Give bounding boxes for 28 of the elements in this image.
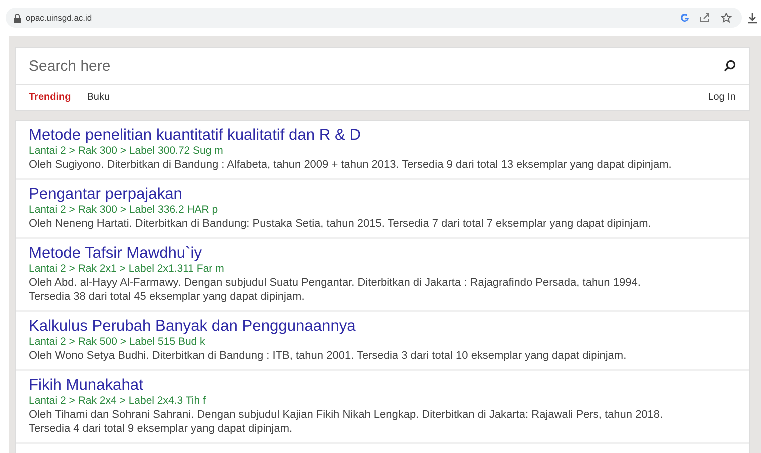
search-input[interactable]: Search here <box>29 58 724 74</box>
star-icon[interactable] <box>721 13 732 23</box>
search-field[interactable]: Search here <box>16 48 749 85</box>
book-title-link[interactable]: Metode Tafsir Mawdhu`iy <box>29 245 202 263</box>
book-title-link[interactable]: Kalkulus Perubah Banyak dan Penggunaannya <box>29 318 356 336</box>
book-description: Oleh Sugiyono. Diterbitkan di Bandung : Alfabeta, tahun 2009 + tahun 2013. Tersedia 9 dari total 13 eksemplar yang dapat dipinjam. <box>29 158 672 172</box>
share-icon[interactable] <box>700 13 711 23</box>
url-text: opac.uinsgd.ac.id <box>26 13 92 23</box>
login-link[interactable]: Log In <box>708 92 736 103</box>
book-title-link[interactable]: Fikih Munakahat <box>29 377 144 395</box>
google-icon[interactable] <box>680 13 690 23</box>
shelf-location: Lantai 2 > Rak 2x4 > Label 2x4.3 Tih f <box>29 395 206 408</box>
book-description: Oleh Wono Setya Budhi. Diterbitkan di Bandung : ITB, tahun 2001. Tersedia 3 dari total 10 eksemplar yang dapat dipinjam. <box>29 349 627 363</box>
download-icon[interactable] <box>748 12 757 24</box>
search-icon[interactable] <box>724 60 736 72</box>
lock-icon <box>14 14 21 22</box>
book-description: Oleh Neneng Hartati. Diterbitkan di Bandung: Pustaka Setia, tahun 2015. Tersedia 7 dari total 7 eksemplar yang dapat dipinjam. <box>29 217 652 231</box>
shelf-location: Lantai 2 > Rak 2x1 > Label 2x1.311 Far m <box>29 263 224 276</box>
book-title-link[interactable]: Pengantar perpajakan <box>29 186 182 204</box>
shelf-location: Lantai 2 > Rak 500 > Label 515 Bud k <box>29 336 206 349</box>
nav-tab[interactable]: Buku <box>87 92 110 103</box>
book-description: Oleh Tihami dan Sohrani Sahrani. Dengan subjudul Kajian Fikih Nikah Lengkap. Diterbitkan di Jakarta: Rajawali Pers, tahun 2018. Tersedia 4 dari total 9 eksemplar yang dapat dipinjam. <box>29 408 664 436</box>
address-bar[interactable]: opac.uinsgd.ac.id <box>6 8 742 28</box>
nav-tab[interactable]: Trending <box>29 92 72 103</box>
shelf-location: Lantai 2 > Rak 300 > Label 300.72 Sug m <box>29 145 224 158</box>
shelf-location: Lantai 2 > Rak 300 > Label 336.2 HAR p <box>29 204 218 217</box>
book-description: Oleh Abd. al-Hayy Al-Farmawy. Dengan subjudul Suatu Pengantar. Diterbitkan di Jakarta : Rajagrafindo Persada, tahun 1994. Tersedia 38 dari total 45 eksemplar yang dapat dipinjam. <box>29 276 642 304</box>
book-title-link[interactable]: Metode penelitian kuantitatif kualitatif dan R & D <box>29 127 361 145</box>
